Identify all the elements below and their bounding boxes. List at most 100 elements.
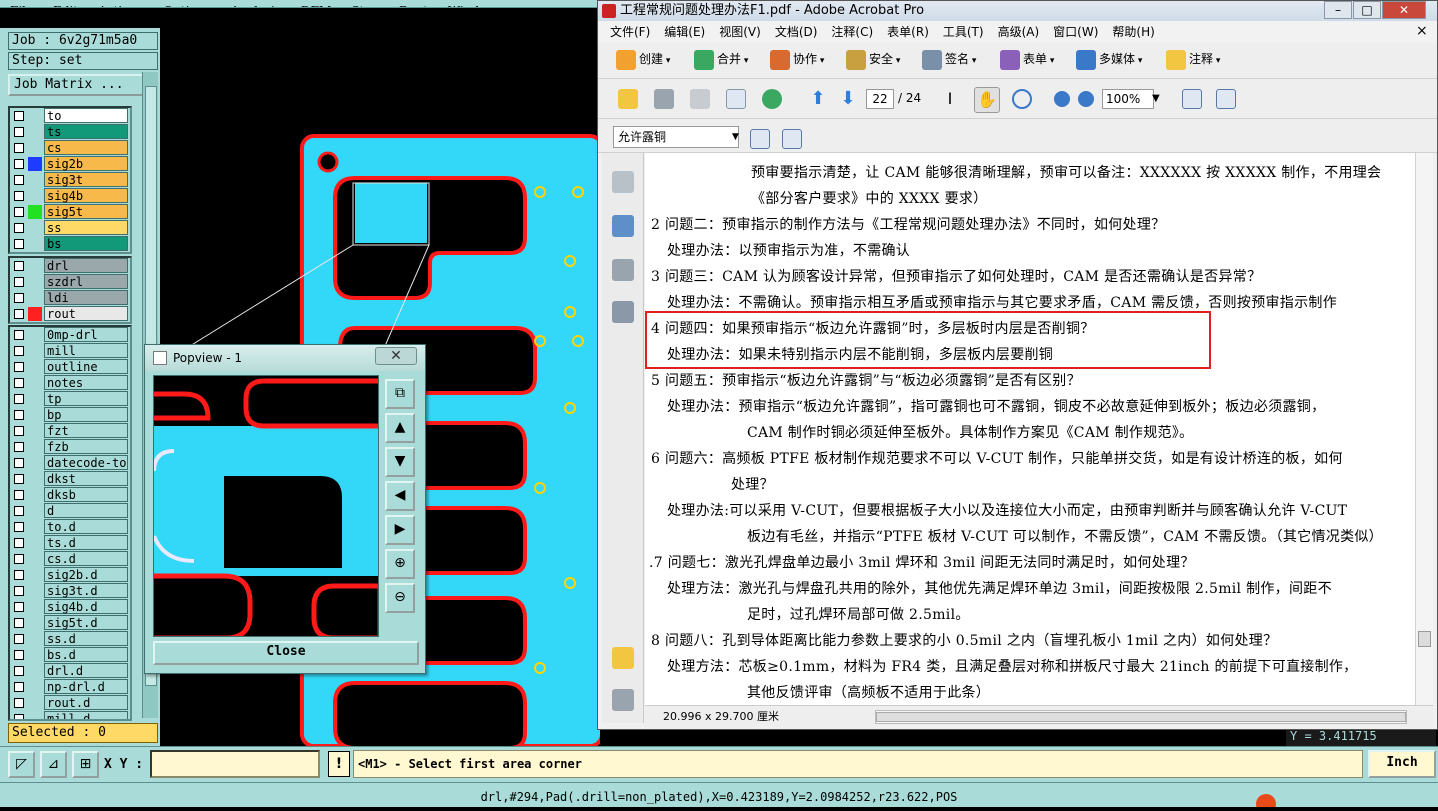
layer-row[interactable]: bp — [10, 407, 130, 423]
layer-checkbox[interactable] — [14, 538, 24, 548]
layer-row[interactable]: sig3t.d — [10, 583, 130, 599]
maximize-button[interactable]: □ — [1353, 1, 1381, 19]
layer-row[interactable]: sig2b.d — [10, 567, 130, 583]
menu-item-actions[interactable]: Actions — [88, 4, 153, 7]
select-text-icon[interactable]: I — [940, 89, 960, 109]
layer-row[interactable]: fzb — [10, 439, 130, 455]
layer-row[interactable]: szdrl — [10, 274, 130, 290]
zoom-select[interactable]: 100% — [1102, 89, 1154, 109]
layer-checkbox[interactable] — [14, 682, 24, 692]
layer-checkbox[interactable] — [14, 207, 24, 217]
popview-close-button[interactable]: Close — [153, 641, 419, 665]
layer-row[interactable]: datecode-to — [10, 455, 130, 471]
menu-item-rout[interactable]: Rout — [389, 4, 438, 7]
layer-row[interactable]: rout — [10, 306, 130, 322]
bookmark-next-icon[interactable] — [782, 129, 802, 149]
layer-checkbox[interactable] — [14, 111, 24, 121]
pages-icon[interactable] — [612, 171, 634, 193]
layer-checkbox[interactable] — [14, 458, 24, 468]
layer-checkbox[interactable] — [14, 474, 24, 484]
layer-checkbox[interactable] — [14, 175, 24, 185]
layer-row[interactable]: cs — [10, 140, 130, 156]
previous-page-icon[interactable]: ⬆ — [808, 89, 828, 109]
layer-checkbox[interactable] — [14, 586, 24, 596]
layer-checkbox[interactable] — [14, 618, 24, 628]
menu-item-analysis[interactable]: Analysis — [221, 4, 291, 7]
print-icon[interactable] — [654, 89, 674, 109]
layer-checkbox[interactable] — [14, 522, 24, 532]
acrobat-menu-item[interactable]: 视图(V) — [719, 25, 761, 39]
acrobat-menu-item[interactable]: 表单(R) — [887, 25, 929, 39]
open-folder-icon[interactable] — [618, 89, 638, 109]
layer-row[interactable]: ts.d — [10, 535, 130, 551]
toolbar-3-button[interactable]: 协作 ▾ — [770, 49, 824, 71]
job-matrix-button[interactable]: Job Matrix ... — [8, 74, 158, 96]
bookmarks-icon[interactable] — [612, 215, 634, 237]
toolbar-5-button[interactable]: 签名 ▾ — [922, 49, 976, 71]
email-icon[interactable] — [726, 89, 746, 109]
popview-zoom-out-button[interactable]: ⊖ — [385, 583, 415, 613]
layer-checkbox[interactable] — [14, 378, 24, 388]
layer-row[interactable]: 0mp-drl — [10, 327, 130, 343]
acrobat-menu-item[interactable]: 帮助(H) — [1112, 25, 1154, 39]
layer-row[interactable]: to — [10, 108, 130, 124]
popview-pan-left-button[interactable]: ◀ — [385, 481, 415, 511]
layer-checkbox[interactable] — [14, 602, 24, 612]
vscroll-thumb[interactable] — [1418, 631, 1431, 647]
unit-toggle-button[interactable]: Inch — [1368, 750, 1436, 778]
web-globe-icon[interactable] — [762, 89, 782, 109]
layer-checkbox[interactable] — [14, 410, 24, 420]
layer-checkbox[interactable] — [14, 698, 24, 708]
popview-canvas[interactable] — [153, 375, 379, 637]
popview-pan-down-button[interactable]: ▼ — [385, 447, 415, 477]
layers-icon[interactable] — [612, 259, 634, 281]
comments-icon[interactable] — [612, 647, 634, 669]
layer-checkbox[interactable] — [14, 554, 24, 564]
popview-close-icon[interactable]: ✕ — [375, 347, 417, 365]
popview-pan-right-button[interactable]: ▶ — [385, 515, 415, 545]
popview-pan-up-button[interactable]: ▲ — [385, 413, 415, 443]
layer-checkbox[interactable] — [14, 426, 24, 436]
layer-row[interactable]: dksb — [10, 487, 130, 503]
layer-checkbox[interactable] — [14, 394, 24, 404]
layer-checkbox[interactable] — [14, 714, 24, 719]
acrobat-menu-item[interactable]: 窗口(W) — [1053, 25, 1098, 39]
layer-checkbox[interactable] — [14, 442, 24, 452]
layer-row[interactable]: outline — [10, 359, 130, 375]
execute-button[interactable]: ! — [328, 751, 350, 777]
acrobat-menu-item[interactable]: 工具(T) — [943, 25, 984, 39]
layer-checkbox[interactable] — [14, 346, 24, 356]
vertical-scrollbar[interactable] — [1415, 153, 1433, 705]
layer-row[interactable]: sig2b — [10, 156, 130, 172]
menu-item-dfm[interactable]: DFM — [291, 4, 341, 7]
layer-row[interactable]: notes — [10, 375, 130, 391]
toolbar-1-button[interactable]: 创建 ▾ — [616, 49, 670, 71]
layer-checkbox[interactable] — [14, 570, 24, 580]
layer-row[interactable]: sig3t — [10, 172, 130, 188]
save-icon[interactable] — [690, 89, 710, 109]
layer-row[interactable]: ss.d — [10, 631, 130, 647]
layer-checkbox[interactable] — [14, 506, 24, 516]
signatures-icon[interactable] — [612, 301, 634, 323]
grid-tool-icon[interactable]: ⊞ — [72, 751, 99, 778]
layer-checkbox[interactable] — [14, 650, 24, 660]
layer-row[interactable]: bs.d — [10, 647, 130, 663]
layer-row[interactable]: ldi — [10, 290, 130, 306]
toolbar-8-button[interactable]: 注释 ▾ — [1166, 49, 1220, 71]
layer-checkbox[interactable] — [14, 127, 24, 137]
menu-item-windows[interactable]: Windows — [438, 4, 513, 7]
layer-row[interactable]: sig4b — [10, 188, 130, 204]
minimize-button[interactable]: – — [1324, 1, 1352, 19]
layer-checkbox[interactable] — [14, 634, 24, 644]
layer-checkbox[interactable] — [14, 261, 24, 271]
toolbar-7-button[interactable]: 多媒体 ▾ — [1076, 49, 1142, 71]
layer-checkbox[interactable] — [14, 191, 24, 201]
popview-zoom-in-button[interactable]: ⊕ — [385, 549, 415, 579]
layer-checkbox[interactable] — [14, 239, 24, 249]
layer-row[interactable]: sig5t.d — [10, 615, 130, 631]
layer-row[interactable]: tp — [10, 391, 130, 407]
menu-item-options[interactable]: Options — [153, 4, 220, 7]
acrobat-menu-item[interactable]: 注释(C) — [831, 25, 873, 39]
horizontal-scrollbar[interactable] — [875, 710, 1407, 724]
layer-row[interactable]: dkst — [10, 471, 130, 487]
